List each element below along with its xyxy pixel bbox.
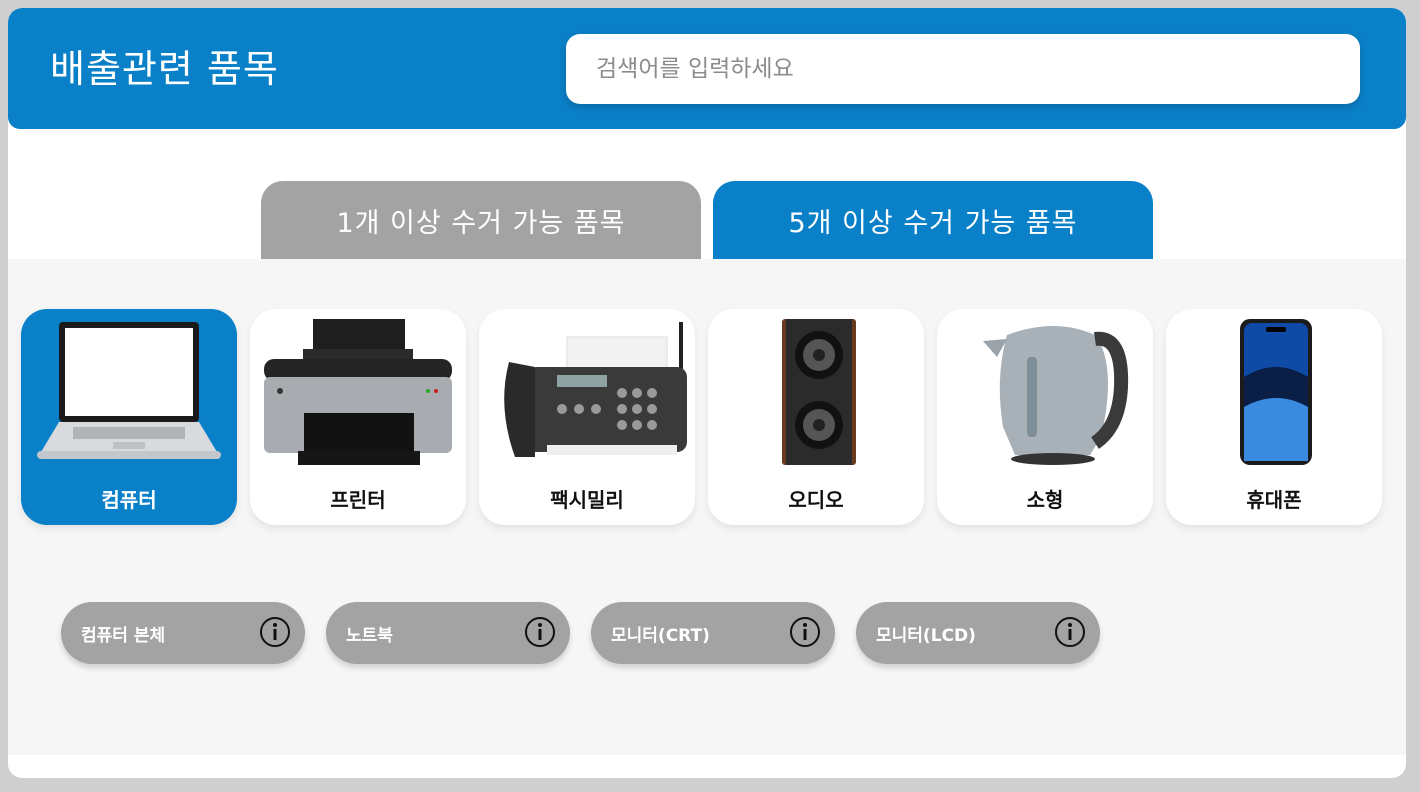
category-label: 프린터 <box>330 488 386 512</box>
item-label: 모니터(CRT) <box>611 626 710 646</box>
item-chip-notebook[interactable]: 노트북 <box>326 602 570 664</box>
search-input[interactable] <box>566 34 1360 104</box>
info-icon[interactable] <box>1054 616 1086 648</box>
category-computer[interactable]: 컴퓨터 <box>21 309 237 525</box>
category-printer[interactable]: 프린터 <box>250 309 466 525</box>
item-chip-computer-body[interactable]: 컴퓨터 본체 <box>61 602 305 664</box>
category-label: 컴퓨터 <box>101 488 157 512</box>
item-chip-monitor-crt[interactable]: 모니터(CRT) <box>591 602 835 664</box>
laptop-icon <box>37 322 221 459</box>
category-panel: 컴퓨터 프린터 팩시밀리 오디오 소형 휴대폰 컴퓨터 본체 노트북 모니터(C… <box>8 259 1406 755</box>
fax-icon <box>504 322 687 457</box>
header-bar: 배출관련 품목 <box>8 8 1406 129</box>
speaker-icon <box>782 319 856 465</box>
phone-icon <box>1240 319 1312 465</box>
category-audio[interactable]: 오디오 <box>708 309 924 525</box>
category-label: 소형 <box>1026 488 1064 512</box>
item-label: 모니터(LCD) <box>876 626 976 646</box>
app-frame: 배출관련 품목 1개 이상 수거 가능 품목 5개 이상 수거 가능 품목 컴퓨… <box>8 8 1406 778</box>
item-label: 컴퓨터 본체 <box>81 626 166 646</box>
printer-icon <box>264 319 452 465</box>
category-phone[interactable]: 휴대폰 <box>1166 309 1382 525</box>
category-small[interactable]: 소형 <box>937 309 1153 525</box>
info-icon[interactable] <box>259 616 291 648</box>
category-label: 팩시밀리 <box>550 488 624 512</box>
category-label: 휴대폰 <box>1246 488 1302 512</box>
item-chip-monitor-lcd[interactable]: 모니터(LCD) <box>856 602 1100 664</box>
info-icon[interactable] <box>524 616 556 648</box>
category-label: 오디오 <box>788 488 844 512</box>
item-label: 노트북 <box>346 626 393 646</box>
page-title: 배출관련 품목 <box>50 47 279 91</box>
tab-five-or-more[interactable]: 5개 이상 수거 가능 품목 <box>713 181 1153 259</box>
tab-one-or-more[interactable]: 1개 이상 수거 가능 품목 <box>261 181 701 259</box>
category-fax[interactable]: 팩시밀리 <box>479 309 695 525</box>
kettle-icon <box>983 326 1129 465</box>
info-icon[interactable] <box>789 616 821 648</box>
